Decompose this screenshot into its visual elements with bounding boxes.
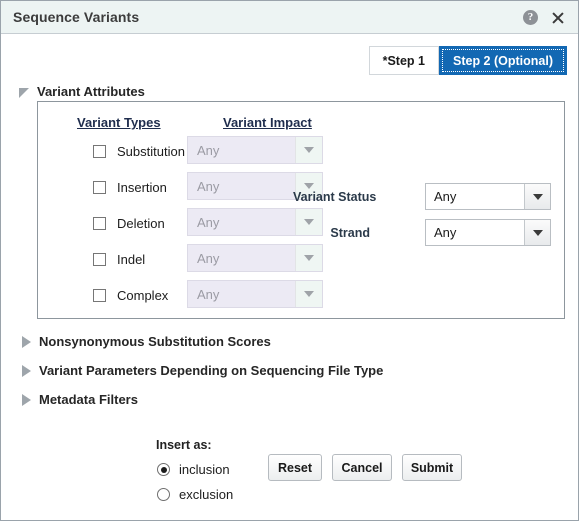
field-label-strand: Strand (330, 226, 370, 240)
triangle-right-icon (22, 393, 31, 406)
chevron-down-icon (295, 137, 322, 163)
triangle-down-icon (19, 87, 29, 98)
sequence-variants-dialog: Sequence Variants ? *Step 1 Step 2 (Opti… (0, 0, 579, 521)
radio-label-exclusion: exclusion (179, 487, 234, 502)
variant-type-row-insertion[interactable]: Insertion (93, 178, 167, 196)
variant-type-label-substitution: Substitution (117, 143, 185, 159)
variant-status-select[interactable]: Any (425, 183, 551, 210)
field-label-variant-status: Variant Status (293, 190, 377, 204)
checkbox-indel[interactable] (93, 252, 106, 266)
chevron-down-icon (295, 245, 322, 271)
impact-select-insertion-value: Any (197, 178, 220, 194)
impact-select-indel: Any (187, 244, 323, 272)
reset-button[interactable]: Reset (268, 454, 322, 481)
radio-inclusion[interactable] (157, 463, 170, 476)
variant-attributes-panel: Variant Types Variant Impact Substitutio… (37, 101, 565, 319)
variant-type-label-indel: Indel (117, 251, 146, 267)
chevron-down-icon (524, 184, 550, 209)
variant-type-label-complex: Complex (117, 287, 169, 303)
impact-select-indel-value: Any (197, 250, 220, 266)
titlebar-actions: ? (523, 9, 565, 25)
reset-button-label: Reset (277, 460, 313, 475)
triangle-right-icon (22, 364, 31, 377)
impact-select-complex: Any (187, 280, 323, 308)
impact-select-substitution-value: Any (197, 142, 220, 158)
checkbox-substitution[interactable] (93, 144, 106, 158)
checkbox-deletion[interactable] (93, 216, 106, 230)
section-header-nonsynonymous-substitution-scores[interactable]: Nonsynonymous Substitution Scores (21, 334, 271, 349)
radio-label-inclusion: inclusion (179, 462, 230, 477)
section-title-metadata-filters: Metadata Filters (39, 392, 138, 407)
impact-select-deletion-value: Any (197, 214, 220, 230)
insert-as-label: Insert as: (156, 438, 212, 452)
close-icon[interactable] (550, 10, 565, 25)
cancel-button[interactable]: Cancel (332, 454, 392, 481)
tab-step-1-label: *Step 1 (382, 53, 425, 68)
radio-row-inclusion[interactable]: inclusion (157, 462, 230, 477)
chevron-down-icon (295, 281, 322, 307)
variant-type-row-substitution[interactable]: Substitution (93, 142, 185, 160)
impact-select-substitution: Any (187, 136, 323, 164)
chevron-down-icon (524, 220, 550, 245)
variant-type-label-insertion: Insertion (117, 179, 167, 195)
variant-type-row-complex[interactable]: Complex (93, 286, 168, 304)
submit-button-label: Submit (410, 460, 454, 475)
column-header-variant-types: Variant Types (77, 115, 161, 130)
section-header-metadata-filters[interactable]: Metadata Filters (21, 392, 138, 407)
variant-type-label-deletion: Deletion (117, 215, 165, 231)
section-header-variant-parameters[interactable]: Variant Parameters Depending on Sequenci… (21, 363, 383, 378)
checkbox-complex[interactable] (93, 288, 106, 302)
variant-type-row-deletion[interactable]: Deletion (93, 214, 165, 232)
column-header-variant-impact: Variant Impact (223, 115, 312, 130)
variant-status-select-value: Any (434, 189, 457, 204)
help-circle-icon[interactable]: ? (523, 9, 538, 25)
dialog-titlebar: Sequence Variants ? (1, 1, 578, 34)
tab-step-2[interactable]: Step 2 (Optional) (439, 46, 567, 75)
section-header-variant-attributes[interactable]: Variant Attributes (19, 84, 145, 99)
step-tabs: *Step 1 Step 2 (Optional) (368, 46, 567, 75)
tab-step-2-label: Step 2 (Optional) (453, 53, 553, 68)
impact-select-complex-value: Any (197, 286, 220, 302)
radio-row-exclusion[interactable]: exclusion (157, 487, 233, 502)
submit-button[interactable]: Submit (402, 454, 462, 481)
radio-exclusion[interactable] (157, 488, 170, 501)
section-title-nonsynonymous-substitution-scores: Nonsynonymous Substitution Scores (39, 334, 271, 349)
strand-select-value: Any (434, 225, 457, 240)
tab-step-1[interactable]: *Step 1 (368, 46, 439, 75)
cancel-button-label: Cancel (341, 460, 383, 475)
dialog-title: Sequence Variants (13, 9, 140, 25)
section-title-variant-parameters: Variant Parameters Depending on Sequenci… (39, 363, 384, 378)
strand-select[interactable]: Any (425, 219, 551, 246)
variant-type-row-indel[interactable]: Indel (93, 250, 145, 268)
section-title-variant-attributes: Variant Attributes (37, 84, 145, 99)
triangle-right-icon (22, 335, 31, 348)
checkbox-insertion[interactable] (93, 180, 106, 194)
